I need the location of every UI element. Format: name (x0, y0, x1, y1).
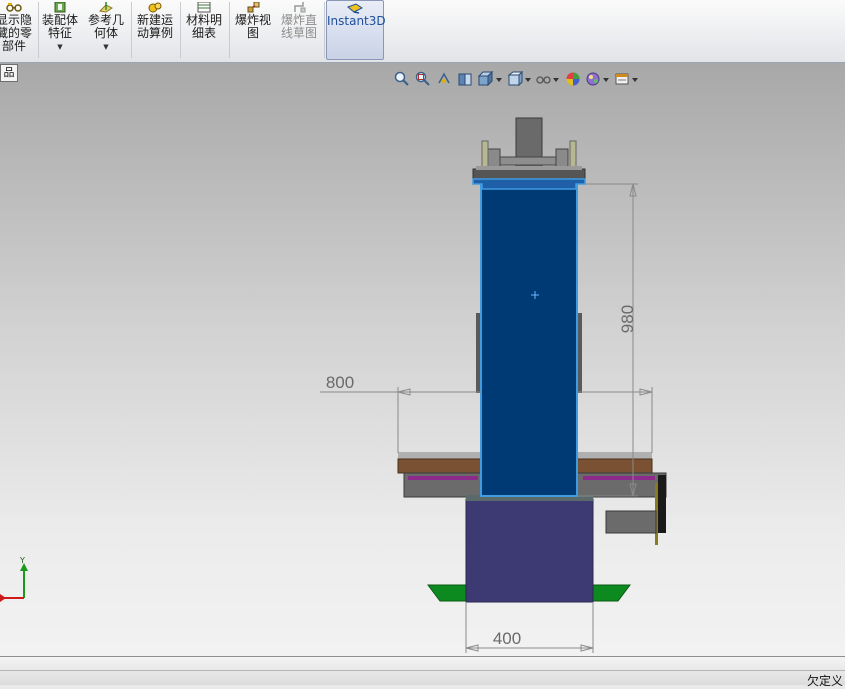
base-block[interactable] (465, 498, 594, 603)
bom-icon (197, 2, 211, 13)
dimension-400-label: 400 (493, 629, 521, 648)
command-manager-ribbon: 显示隐 藏的零 部件 装配体 特征 ▼ 参考几 何体 ▼ 新建运 动算例 材料明… (0, 0, 845, 63)
ribbon-separator (229, 2, 230, 58)
instant3d-icon (347, 3, 363, 14)
ribbon-separator (38, 2, 39, 58)
exploded-view-button[interactable]: 爆炸视 图 (232, 0, 274, 60)
motion-study-icon (148, 2, 162, 13)
dimension-800-label: 800 (326, 373, 354, 392)
column-flange (472, 178, 586, 190)
status-bar: 欠定义 (0, 656, 845, 688)
explode-line-sketch-button[interactable]: 爆炸直 线草图 (278, 0, 320, 60)
reference-geometry-button[interactable]: 参考几 何体 ▼ (85, 0, 127, 60)
ribbon-separator (180, 2, 181, 58)
left-foot (427, 584, 467, 602)
instant3d-button[interactable]: Instant3D (326, 0, 386, 60)
bill-of-materials-button[interactable]: 材料明 细表 (183, 0, 225, 60)
glasses-icon (6, 3, 22, 12)
ribbon-separator (131, 2, 132, 58)
reference-triad: Y (0, 556, 28, 602)
triad-y-label: Y (19, 556, 25, 565)
assembly-model-view[interactable]: 980 800 400 Y (0, 63, 845, 656)
status-text: 欠定义 (806, 674, 843, 688)
explode-icon (247, 2, 260, 13)
status-divider (0, 670, 845, 671)
dimension-980[interactable]: 980 (577, 183, 638, 497)
dropdown-arrow-icon[interactable]: ▼ (40, 43, 80, 51)
ribbon-separator (324, 2, 325, 58)
top-motor-assembly[interactable] (472, 117, 586, 180)
dimension-400[interactable]: 400 (465, 603, 594, 653)
dropdown-arrow-icon[interactable]: ▼ (85, 43, 127, 51)
main-column-selected[interactable] (480, 179, 578, 497)
explode-line-icon (294, 2, 306, 13)
assembly-features-button[interactable]: 装配体 特征 ▼ (40, 0, 80, 60)
new-motion-study-button[interactable]: 新建运 动算例 (134, 0, 176, 60)
reference-geometry-icon (98, 2, 113, 13)
show-hidden-components-button[interactable]: 显示隐 藏的零 部件 (0, 0, 36, 60)
dimension-980-label: 980 (618, 305, 637, 333)
assembly-feature-icon (54, 2, 66, 13)
right-foot (592, 584, 631, 602)
